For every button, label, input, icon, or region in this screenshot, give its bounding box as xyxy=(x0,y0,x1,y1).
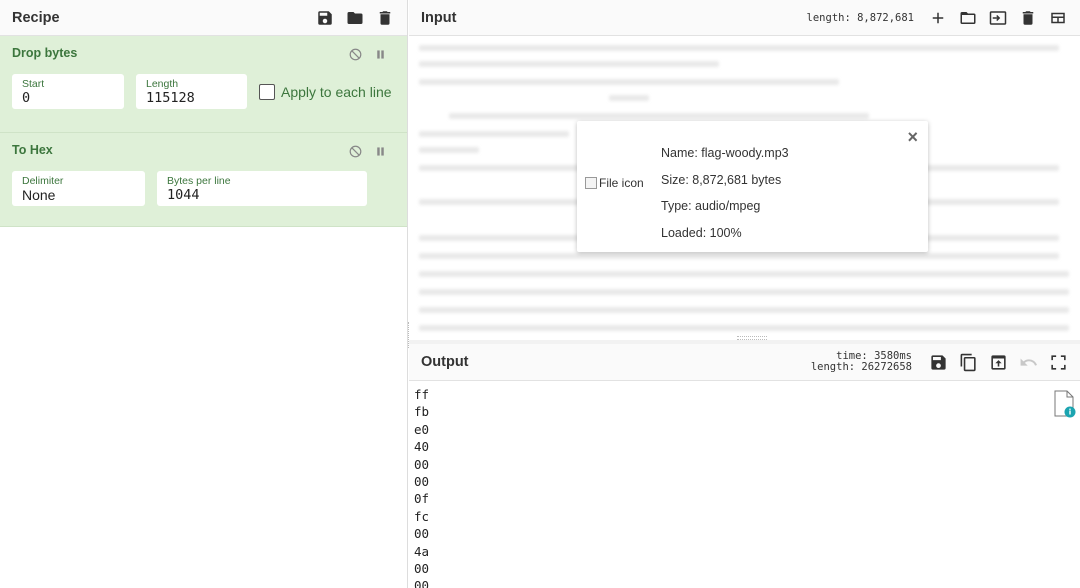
pause-operation-icon[interactable] xyxy=(374,145,387,163)
length-value[interactable]: 115128 xyxy=(146,90,237,107)
file-info-icon[interactable] xyxy=(1052,390,1076,418)
output-line: 40 xyxy=(414,439,430,455)
output-line: 00 xyxy=(414,456,430,472)
recipe-pane: Recipe Drop bytes Start 0 Length 115128 … xyxy=(0,0,408,588)
replace-input-with-output-icon[interactable] xyxy=(988,352,1008,372)
file-icon: File icon xyxy=(585,176,644,190)
output-length: length: 26272658 xyxy=(810,361,912,373)
maximize-output-icon[interactable] xyxy=(1048,352,1068,372)
input-header: Input length: 8,872,681 xyxy=(409,0,1080,36)
output-line: 4a xyxy=(414,543,430,559)
delimiter-value[interactable]: None xyxy=(22,187,135,204)
output-pane: Output time: 3580ms length: 26272658 ff f… xyxy=(409,344,1080,588)
input-length: length: 8,872,681 xyxy=(806,11,914,24)
open-file-folder-icon[interactable] xyxy=(958,8,978,28)
operation-title: Drop bytes xyxy=(12,46,78,60)
output-line: ff xyxy=(414,387,430,402)
start-field[interactable]: Start 0 xyxy=(12,74,124,109)
operation-drop-bytes: Drop bytes Start 0 Length 115128 Apply t… xyxy=(0,36,407,133)
open-folder-input-icon[interactable] xyxy=(988,8,1008,28)
output-text-area[interactable]: ff fb e0 40 00 00 0f fc 00 4a 00 00 xyxy=(414,386,429,588)
splitter-handle[interactable] xyxy=(737,336,767,340)
apply-each-line-toggle[interactable]: Apply to each line xyxy=(259,83,392,100)
apply-each-line-label: Apply to each line xyxy=(281,83,392,100)
start-label: Start xyxy=(22,78,45,90)
save-recipe-icon[interactable] xyxy=(315,8,335,28)
operation-title: To Hex xyxy=(12,143,53,157)
input-pane: Input length: 8,872,681 × File icon Name… xyxy=(409,0,1080,340)
file-size: Size: 8,872,681 bytes xyxy=(661,172,782,187)
output-line: e0 xyxy=(414,421,430,437)
file-name: Name: flag-woody.mp3 xyxy=(661,146,789,160)
input-title: Input xyxy=(421,9,457,26)
output-line: 00 xyxy=(414,578,430,588)
length-label: Length xyxy=(146,78,179,90)
output-header: Output time: 3580ms length: 26272658 xyxy=(409,344,1080,381)
output-stats: time: 3580ms length: 26272658 xyxy=(811,351,912,373)
recipe-header: Recipe xyxy=(0,0,407,36)
bytes-per-line-field[interactable]: Bytes per line 1044 xyxy=(157,171,367,206)
file-details-popup: × File icon Name: flag-woody.mp3 Size: 8… xyxy=(577,121,928,252)
clear-recipe-trash-icon[interactable] xyxy=(375,8,395,28)
clear-input-trash-icon[interactable] xyxy=(1018,8,1038,28)
length-field[interactable]: Length 115128 xyxy=(136,74,247,109)
undo-icon[interactable] xyxy=(1018,352,1038,372)
file-loaded: Loaded: 100% xyxy=(661,225,742,240)
copy-output-icon[interactable] xyxy=(958,352,978,372)
output-title: Output xyxy=(421,354,469,370)
operation-to-hex: To Hex Delimiter None Bytes per line 104… xyxy=(0,133,407,227)
output-line: fb xyxy=(414,404,430,420)
delimiter-field[interactable]: Delimiter None xyxy=(12,171,145,206)
recipe-title: Recipe xyxy=(12,9,60,26)
close-file-icon[interactable]: × xyxy=(907,127,918,148)
start-value[interactable]: 0 xyxy=(22,90,114,107)
delimiter-label: Delimiter xyxy=(22,175,64,187)
pause-operation-icon[interactable] xyxy=(374,48,387,66)
output-line: 00 xyxy=(414,560,430,576)
file-type: Type: audio/mpeg xyxy=(661,199,761,213)
reset-layout-icon[interactable] xyxy=(1048,8,1068,28)
bytes-per-line-value[interactable]: 1044 xyxy=(167,187,357,204)
add-input-plus-icon[interactable] xyxy=(928,8,948,28)
output-line: fc xyxy=(414,508,430,524)
disable-operation-icon[interactable] xyxy=(349,145,362,163)
file-icon-alt: File icon xyxy=(599,176,644,190)
bytes-per-line-label: Bytes per line xyxy=(167,175,231,187)
output-line: 00 xyxy=(414,473,430,489)
broken-image-icon xyxy=(585,177,597,189)
apply-each-line-checkbox[interactable] xyxy=(259,83,275,100)
output-line: 00 xyxy=(414,526,430,542)
save-output-icon[interactable] xyxy=(928,352,948,372)
load-recipe-folder-icon[interactable] xyxy=(345,8,365,28)
disable-operation-icon[interactable] xyxy=(349,48,362,66)
output-line: 0f xyxy=(414,491,430,507)
